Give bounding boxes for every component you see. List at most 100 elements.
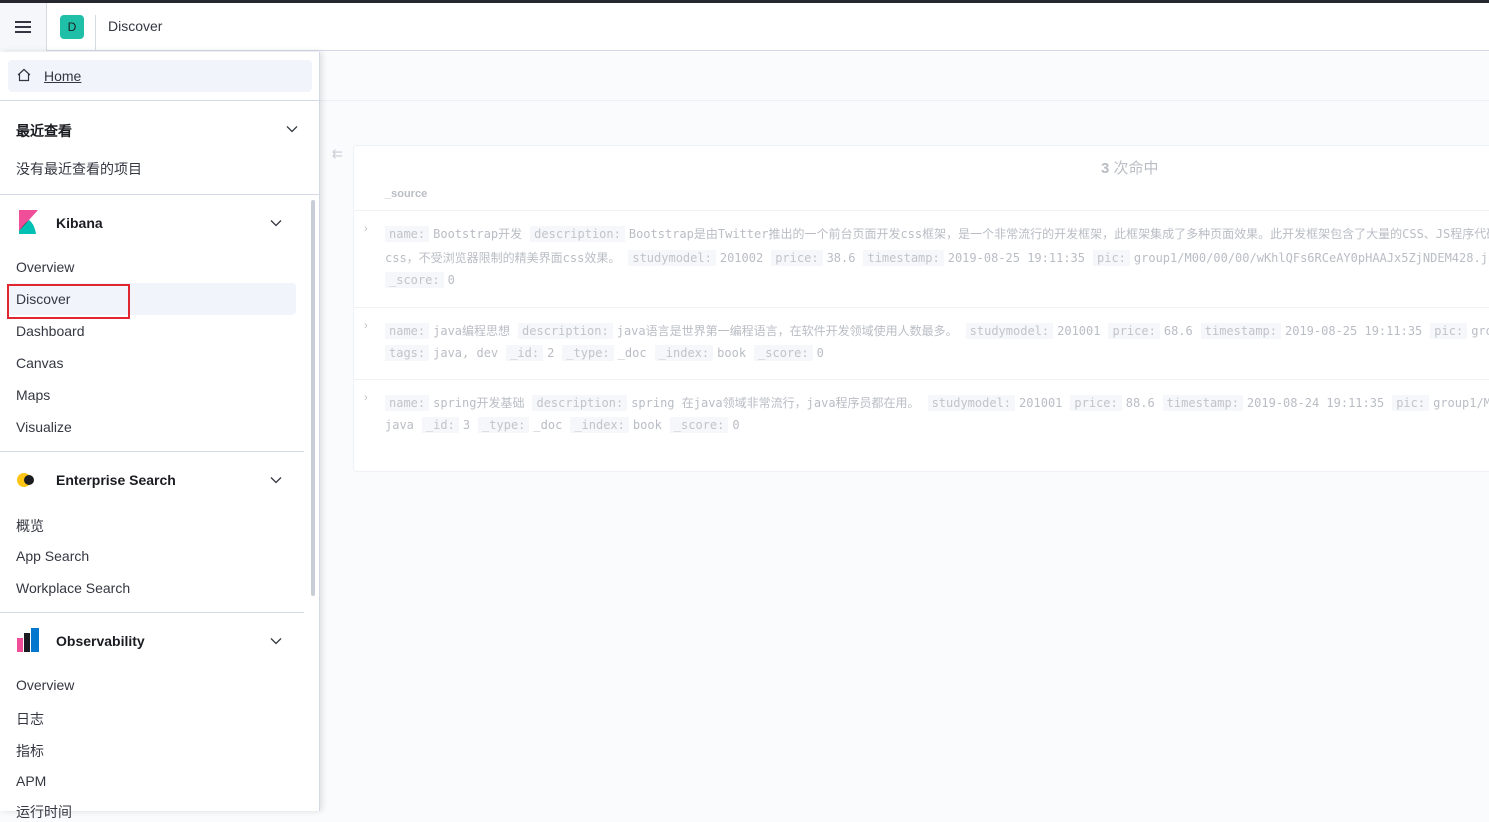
chevron-down-icon[interactable]	[270, 635, 282, 647]
observability-section-title[interactable]: Observability	[56, 633, 145, 649]
chevron-down-icon[interactable]	[286, 123, 298, 135]
doc-line: name: Bootstrap开发 description: Bootstrap是由T…	[385, 225, 1489, 242]
table-row[interactable]: › name: spring开发基础 description: spring 在jav…	[354, 379, 1489, 471]
home-label: Home	[44, 68, 82, 84]
field-value: spring开发基础	[433, 396, 525, 410]
table-row[interactable]: › name: Bootstrap开发 description: Bootstrap是…	[354, 210, 1489, 308]
divider	[0, 451, 304, 452]
field-value: 0	[447, 273, 455, 287]
field-key: name:	[385, 226, 430, 242]
enterprise-search-logo-icon	[17, 470, 38, 490]
field-key: studymodel:	[628, 250, 716, 266]
field-value: 201001	[1019, 396, 1063, 410]
field-key: tags:	[385, 345, 430, 361]
nav-item-dashboard[interactable]: Dashboard	[16, 323, 85, 339]
nav-item-uptime[interactable]: 运行时间	[16, 802, 72, 822]
field-value: Bootstrap是由Twitter推出的一个前台页面开发css框架，是一个非常…	[628, 227, 1489, 241]
field-key: description:	[518, 323, 613, 339]
source-column-header: _source	[385, 188, 428, 200]
field-value: java, dev	[433, 346, 499, 360]
field-key: _score:	[669, 417, 729, 433]
field-key: name:	[385, 323, 430, 339]
kibana-logo-icon	[19, 210, 38, 234]
field-value: _doc	[533, 418, 563, 432]
nav-item-apm[interactable]: APM	[16, 773, 46, 789]
field-key: _score:	[385, 272, 444, 288]
field-value: 38.6	[826, 251, 856, 265]
nav-item-app-search[interactable]: App Search	[16, 548, 89, 564]
field-key: _score:	[754, 345, 813, 361]
nav-item-visualize[interactable]: Visualize	[16, 419, 72, 435]
field-value: group	[1471, 324, 1489, 338]
recent-section-title[interactable]: 最近查看	[16, 121, 72, 141]
expand-row-icon[interactable]: ›	[364, 320, 368, 332]
nav-item-logs[interactable]: 日志	[16, 709, 44, 729]
doc-line: tags: java, dev _id: 2 _type: _doc _index: book…	[385, 345, 832, 361]
doc-line: name: spring开发基础 description: spring 在java领…	[385, 394, 1489, 411]
field-key: timestamp:	[1200, 323, 1281, 339]
expand-row-icon[interactable]: ›	[364, 223, 368, 235]
field-value: 3	[462, 418, 471, 432]
doc-line: name: java编程思想 description: java语言是世界第一编程语言…	[385, 322, 1489, 339]
field-key: _index:	[654, 345, 714, 361]
field-key: name:	[385, 395, 430, 411]
nav-item-workplace-search[interactable]: Workplace Search	[16, 580, 130, 596]
nav-item-maps[interactable]: Maps	[16, 387, 50, 403]
field-value: group1/M00	[1433, 396, 1489, 410]
space-avatar[interactable]: D	[60, 15, 84, 39]
doc-line: css，不受浏览器限制的精美界面css效果。 studymodel: 201002 p…	[385, 249, 1489, 266]
chevron-down-icon[interactable]	[270, 474, 282, 486]
field-key: pic:	[1430, 323, 1468, 339]
field-value: 0	[816, 346, 824, 360]
field-value: 68.6	[1163, 324, 1193, 338]
field-key: price:	[1108, 323, 1160, 339]
field-key: _type:	[562, 345, 614, 361]
menu-toggle-button[interactable]	[0, 3, 47, 51]
nav-item-overview[interactable]: Overview	[16, 259, 74, 275]
expand-row-icon[interactable]: ›	[364, 392, 368, 404]
field-key: _type:	[478, 417, 530, 433]
nav-scrollbar[interactable]	[311, 200, 315, 596]
field-value: 2019-08-24 19:11:35	[1246, 396, 1385, 410]
field-key: description:	[532, 395, 628, 411]
table-row[interactable]: › name: java编程思想 description: java语言是世界第一编程…	[354, 307, 1489, 380]
collapse-sidebar-icon[interactable]: ⇇	[332, 146, 343, 162]
doc-line: java _id: 3 _type: _doc _index: book _score: 0	[385, 417, 740, 433]
nav-item-metrics[interactable]: 指标	[16, 741, 44, 761]
highlight-annotation-box	[7, 284, 130, 319]
header-divider	[95, 15, 96, 51]
field-key: price:	[1070, 395, 1122, 411]
nav-item-canvas[interactable]: Canvas	[16, 355, 63, 371]
home-link[interactable]: Home	[8, 60, 312, 92]
side-nav: Home 最近查看 没有最近查看的项目 Kibana Overview Disc…	[0, 52, 320, 820]
divider	[0, 100, 320, 101]
doc-line: _score: 0	[385, 272, 463, 288]
query-bar-area	[320, 52, 1489, 101]
observability-logo-icon	[17, 628, 39, 652]
field-value: 0	[732, 418, 740, 432]
field-value: 2019-08-25 19:11:35	[1285, 324, 1423, 338]
field-key: timestamp:	[863, 250, 944, 266]
app-header: D Discover	[0, 3, 1489, 51]
field-value: spring 在java领域非常流行，java程序员都在用。	[631, 396, 920, 410]
nav-item-es-overview[interactable]: 概览	[16, 516, 44, 536]
field-key: description:	[530, 226, 625, 242]
recent-empty-text: 没有最近查看的项目	[16, 161, 142, 177]
results-panel: 3 次命中 _source › name: Bootstrap开发 descript…	[353, 145, 1489, 472]
kibana-section-title[interactable]: Kibana	[56, 215, 103, 231]
field-value: group1/M00/00/00/wKhlQFs6RCeAY0pHAAJx5Zj…	[1133, 251, 1489, 265]
discover-main: ⇇ 3 次命中 _source › name: Bootstrap开发 descri…	[320, 52, 1489, 811]
chevron-down-icon[interactable]	[270, 217, 282, 229]
breadcrumb: Discover	[108, 18, 163, 34]
nav-item-obs-overview[interactable]: Overview	[16, 677, 74, 693]
field-value: java编程思想	[433, 324, 511, 338]
field-key: _id:	[421, 417, 459, 433]
divider	[0, 194, 320, 195]
field-value: 201002	[719, 251, 764, 265]
divider	[0, 612, 304, 613]
field-value: 2019-08-25 19:11:35	[947, 251, 1085, 265]
enterprise-search-section-title[interactable]: Enterprise Search	[56, 472, 176, 488]
field-value: 88.6	[1125, 396, 1155, 410]
field-key: studymodel:	[927, 395, 1016, 411]
field-value: java语言是世界第一编程语言，在软件开发领域使用人数最多。	[616, 324, 958, 338]
